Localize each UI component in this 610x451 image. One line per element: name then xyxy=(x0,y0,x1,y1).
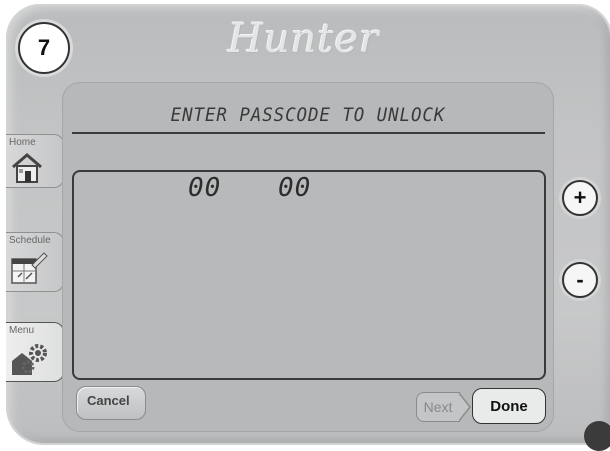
brand-logo: Hunter xyxy=(228,16,380,62)
next-arrow-fill xyxy=(458,393,469,421)
increment-button[interactable]: + xyxy=(562,180,598,216)
tab-schedule[interactable]: Schedule xyxy=(6,232,64,292)
tab-home-label: Home xyxy=(9,137,36,148)
done-button[interactable]: Done xyxy=(472,388,546,424)
passcode-entry-area: 00 00 xyxy=(72,170,546,380)
screen-title: ENTER PASSCODE TO UNLOCK xyxy=(170,104,446,126)
house-icon xyxy=(12,153,42,183)
passcode-digit-pair-1[interactable]: 00 xyxy=(188,173,221,203)
decrement-button[interactable]: - xyxy=(562,262,598,298)
tab-menu-label: Menu xyxy=(9,325,35,336)
schedule-icon xyxy=(11,252,48,284)
step-number-badge: 7 xyxy=(18,22,70,74)
title-divider xyxy=(72,132,545,134)
cancel-button[interactable]: Cancel xyxy=(76,386,146,420)
next-button[interactable]: Next xyxy=(416,392,460,422)
tab-menu[interactable]: Menu xyxy=(6,322,64,382)
tab-home[interactable]: Home xyxy=(6,134,64,188)
passcode-digit-pair-2[interactable]: 00 xyxy=(278,173,311,203)
device-corner xyxy=(584,421,610,451)
gears-icon xyxy=(12,344,47,375)
tab-schedule-label: Schedule xyxy=(9,235,51,246)
lcd-screen: ENTER PASSCODE TO UNLOCK 00 00 Cancel Ne… xyxy=(62,82,554,432)
